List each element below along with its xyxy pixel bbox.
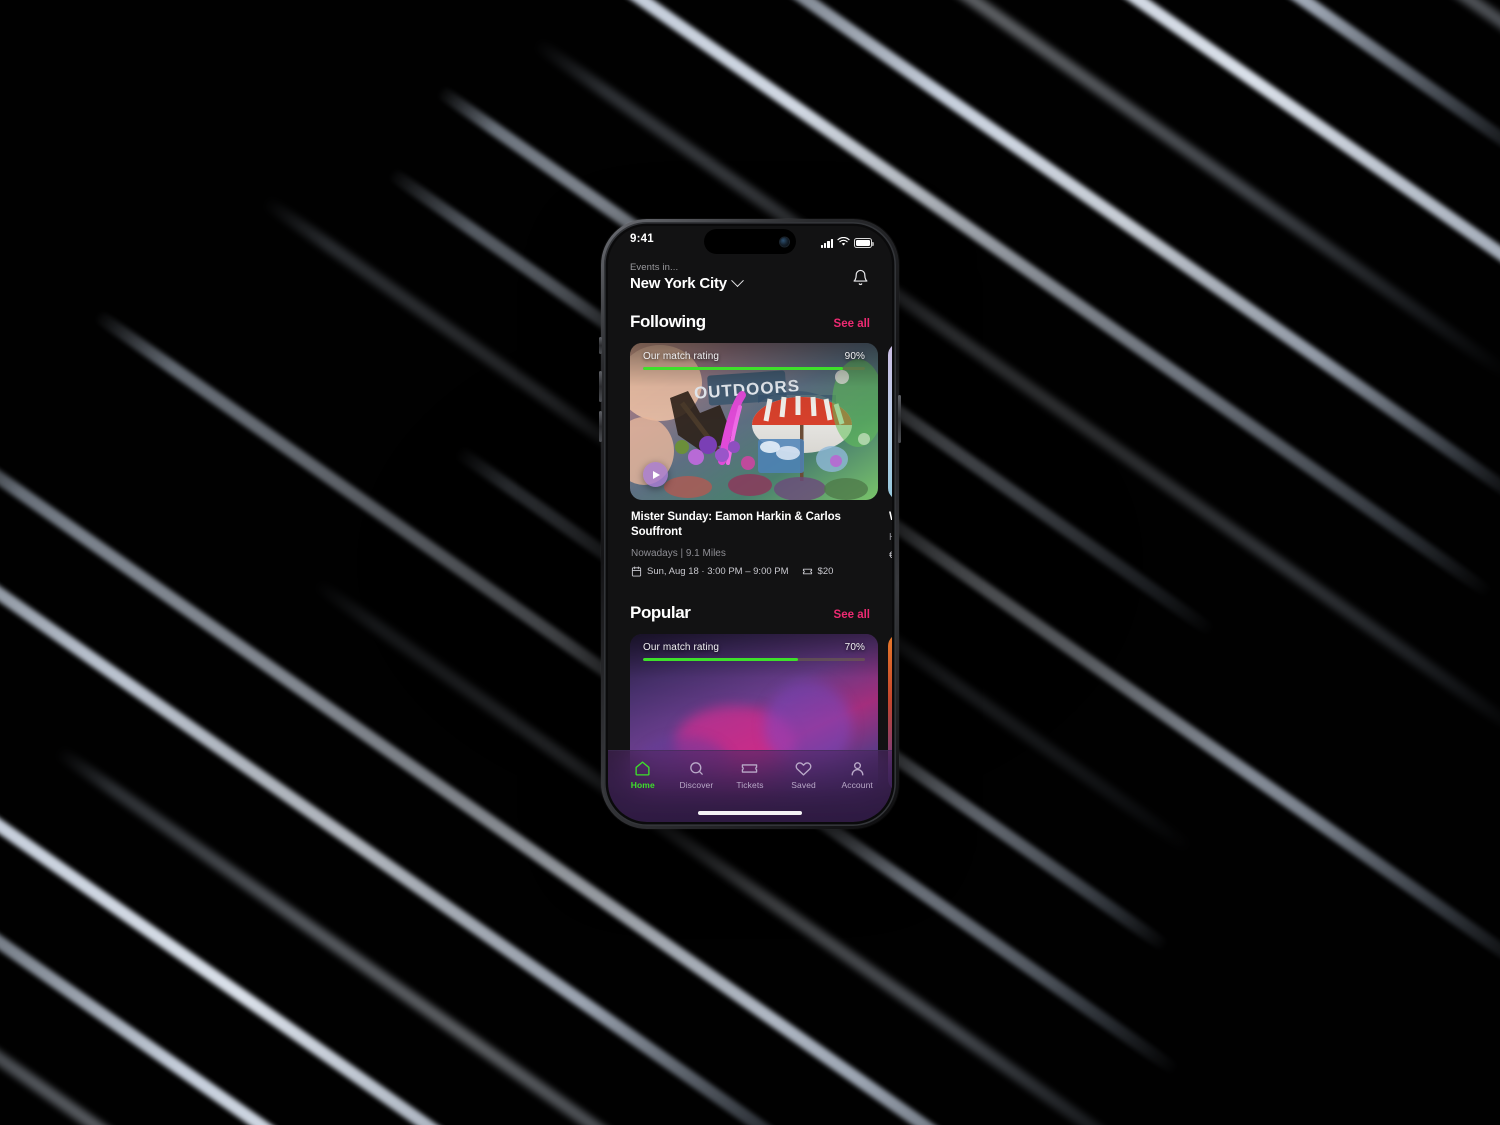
following-title: Following	[630, 312, 706, 331]
popular-match-rating-label: Our match rating	[643, 641, 720, 653]
event-card-next-peek[interactable]: W… D… H… €…	[888, 343, 892, 577]
chevron-down-icon	[731, 274, 744, 288]
popular-match-rating-fill	[643, 657, 799, 661]
following-section-header: Following See all	[608, 312, 892, 332]
ticket-icon	[742, 764, 758, 773]
following-see-all-link[interactable]: See all	[834, 318, 870, 330]
play-icon	[653, 470, 661, 479]
event-title: Mister Sunday: Eamon Harkin & Carlos Sou…	[631, 511, 841, 539]
popular-match-rating-track	[643, 657, 865, 661]
popular-see-all-link[interactable]: See all	[834, 609, 870, 621]
heart-icon	[795, 762, 812, 776]
following-carousel[interactable]: OUTDOORS	[608, 343, 892, 577]
event-card-media-peek[interactable]	[888, 343, 892, 500]
status-bar: 9:41	[608, 226, 892, 256]
event-card-media[interactable]: OUTDOORS	[630, 343, 878, 500]
events-in-label: Events in...	[630, 262, 679, 273]
app-header: Events in... New York City	[608, 256, 892, 292]
match-rating-widget: Our match rating 90%	[630, 343, 878, 371]
event-datetime: Sun, Aug 18 · 3:00 PM – 9:00 PM	[631, 566, 789, 577]
match-rating-label: Our match rating	[643, 351, 720, 362]
status-bar-indicators	[820, 234, 874, 252]
event-title-peek: W… D…	[889, 510, 892, 525]
event-venue-peek: H…	[889, 532, 892, 543]
event-datetime-text: Sun, Aug 18 · 3:00 PM – 9:00 PM	[647, 565, 789, 577]
front-camera-icon	[780, 237, 789, 246]
mute-switch[interactable]	[599, 337, 602, 354]
event-card[interactable]: OUTDOORS	[630, 343, 878, 577]
event-price: $20	[802, 565, 834, 577]
search-icon	[690, 762, 703, 775]
volume-up-button[interactable]	[599, 371, 602, 402]
home-icon	[635, 761, 650, 776]
ticket-icon	[802, 568, 812, 574]
popular-match-rating-percent: 70%	[844, 641, 865, 653]
match-rating-percent: 90%	[844, 351, 865, 362]
tab-list: Home Discover Tickets Saved Account	[608, 751, 892, 790]
home-indicator[interactable]	[698, 810, 802, 815]
tab-saved[interactable]: Saved	[777, 760, 831, 790]
event-datetime-peek: €…	[889, 550, 892, 562]
popular-section-header: Popular See all	[608, 603, 892, 623]
phone-device-mockup: 9:41 Events in... New York City Followin…	[599, 219, 901, 829]
bell-icon	[853, 269, 867, 286]
location-selector[interactable]: New York City	[630, 274, 870, 292]
event-meta-row: Sun, Aug 18 · 3:00 PM – 9:00 PM $20	[631, 566, 877, 577]
tab-account-label: Account	[841, 780, 873, 790]
play-button[interactable]	[643, 462, 668, 487]
app-scroll-area[interactable]: Events in... New York City Following See…	[608, 256, 892, 822]
battery-icon	[854, 238, 874, 248]
wallpaper-stripe	[0, 864, 851, 1125]
bottom-tab-bar: Home Discover Tickets Saved Account	[608, 750, 892, 822]
match-rating-track	[643, 367, 865, 371]
volume-down-button[interactable]	[599, 411, 602, 442]
event-venue-distance: Nowadays | 9.1 Miles	[631, 547, 726, 559]
calendar-icon	[631, 566, 642, 577]
location-city-label: New York City	[630, 275, 727, 292]
event-price-text: $20	[817, 565, 834, 577]
tab-saved-label: Saved	[791, 780, 816, 790]
tab-home-label: Home	[630, 780, 655, 790]
match-rating-fill	[643, 367, 843, 371]
notifications-button[interactable]	[848, 266, 872, 290]
dynamic-island	[704, 229, 796, 254]
signal-bars-icon	[820, 238, 833, 248]
event-meta-row-peek: €…	[889, 550, 892, 561]
power-button[interactable]	[898, 395, 901, 443]
person-icon	[851, 762, 864, 776]
popular-match-rating-widget: Our match rating 70%	[630, 634, 878, 661]
event-image-peek	[888, 343, 892, 500]
event-card-body: Mister Sunday: Eamon Harkin & Carlos Sou…	[630, 500, 878, 577]
popular-title: Popular	[630, 602, 691, 622]
tab-home[interactable]: Home	[616, 760, 670, 790]
event-card-body-peek: W… D… H… €…	[888, 500, 892, 561]
tab-tickets[interactable]: Tickets	[723, 760, 777, 790]
tab-tickets-label: Tickets	[736, 780, 764, 790]
events-app: 9:41 Events in... New York City Followin…	[608, 226, 892, 822]
wifi-icon	[837, 234, 850, 252]
tab-discover-label: Discover	[679, 780, 714, 790]
tab-discover[interactable]: Discover	[670, 760, 724, 790]
phone-screen: 9:41 Events in... New York City Followin…	[608, 226, 892, 822]
status-bar-time: 9:41	[630, 233, 654, 245]
tab-account[interactable]: Account	[830, 760, 884, 790]
